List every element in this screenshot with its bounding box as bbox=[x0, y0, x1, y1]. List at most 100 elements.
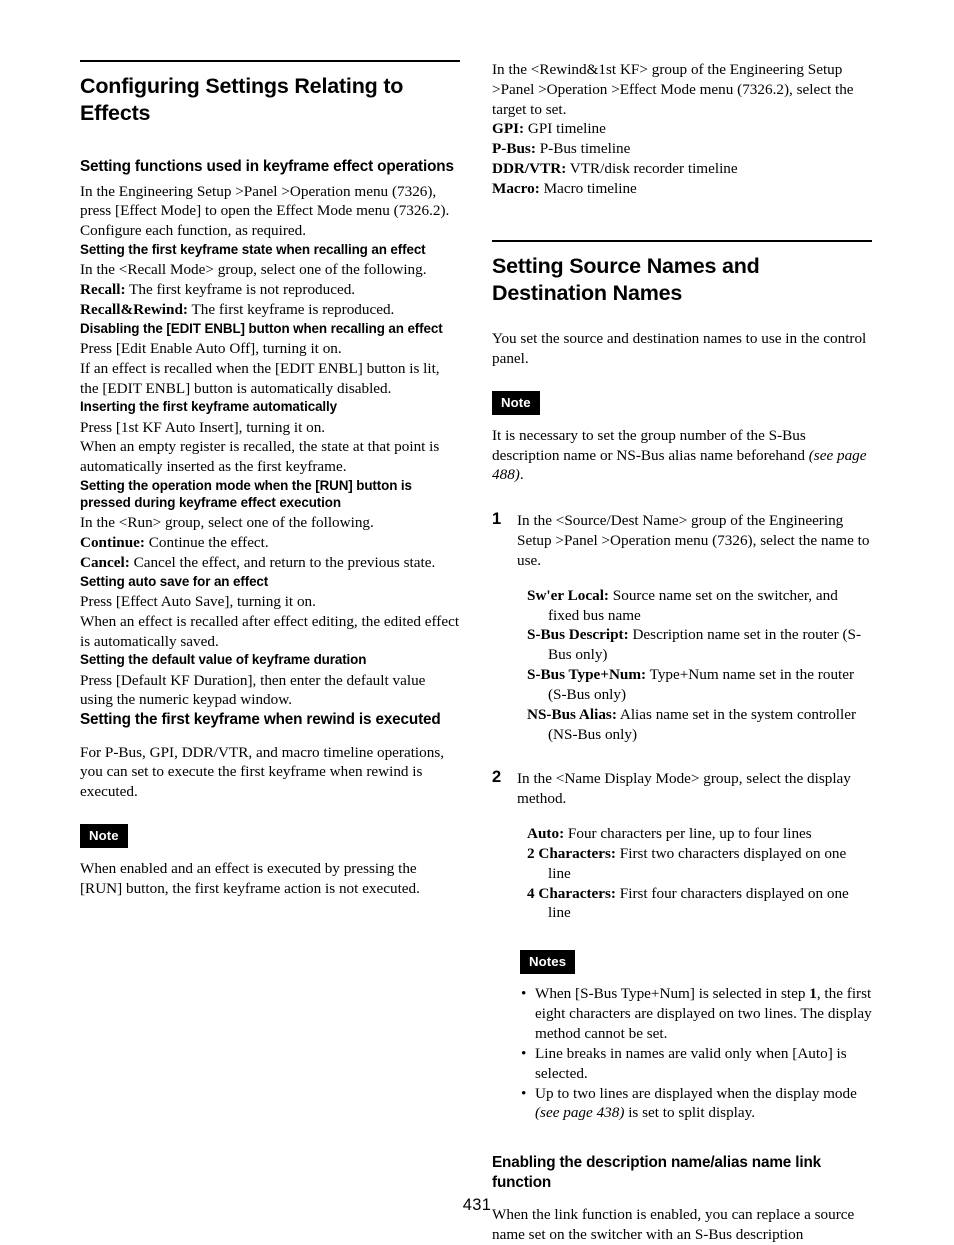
definition-term: 2 Characters: bbox=[527, 844, 616, 862]
definition-nsbus-alias: NS-Bus Alias: Alias name set in the syst… bbox=[527, 705, 872, 745]
definition-sbus-type-num: S-Bus Type+Num: Type+Num name set in the… bbox=[527, 665, 872, 705]
list-item: • Line breaks in names are valid only whe… bbox=[520, 1044, 872, 1084]
left-column: Configuring Settings Relating to Effects… bbox=[80, 60, 460, 899]
note-text-pre: Line breaks in names are valid only when… bbox=[535, 1044, 847, 1082]
paragraph-run-group: In the <Run> group, select one of the fo… bbox=[80, 514, 374, 532]
definition-auto: Auto: Four characters per line, up to fo… bbox=[527, 824, 872, 844]
definition-term: GPI: bbox=[492, 120, 525, 138]
step-2: 2 In the <Name Display Mode> group, sele… bbox=[492, 768, 872, 923]
note-block-rewind: Note bbox=[80, 824, 460, 849]
paragraph-press-edit-enable-auto-off: Press [Edit Enable Auto Off], turning it… bbox=[80, 339, 342, 357]
definition-swer-local: Sw'er Local: Source name set on the swit… bbox=[527, 586, 872, 626]
notes-list: • When [S-Bus Type+Num] is selected in st… bbox=[520, 984, 872, 1123]
step-2-definitions: Auto: Four characters per line, up to fo… bbox=[517, 824, 872, 923]
definition-desc: P-Bus timeline bbox=[535, 140, 631, 158]
note-text-pre: Up to two lines are displayed when the d… bbox=[535, 1084, 857, 1102]
list-item: • When [S-Bus Type+Num] is selected in st… bbox=[520, 984, 872, 1043]
step-number: 2 bbox=[492, 768, 502, 787]
definition-term: DDR/VTR: bbox=[492, 160, 567, 178]
heading-first-keyframe-state: Setting the first keyframe state when re… bbox=[80, 242, 426, 258]
paragraph-source-dest-intro: You set the source and destination names… bbox=[492, 329, 867, 367]
paragraph-rewind-1st-kf-group: In the <Rewind&1st KF> group of the Engi… bbox=[492, 61, 854, 118]
definition-term: Auto: bbox=[527, 825, 565, 843]
definition-2-characters: 2 Characters: First two characters displ… bbox=[527, 844, 872, 884]
definition-desc: Macro timeline bbox=[539, 179, 637, 197]
notes-badge-wrap: Notes bbox=[520, 950, 872, 975]
definition-desc: The first keyframe is not reproduced. bbox=[125, 281, 356, 299]
definition-recall-rewind: Recall&Rewind: The first keyframe is rep… bbox=[80, 300, 460, 320]
step-1-definitions: Sw'er Local: Source name set on the swit… bbox=[517, 586, 872, 745]
definition-term: 4 Characters: bbox=[527, 884, 616, 902]
definition-term: S-Bus Descript: bbox=[527, 626, 629, 644]
bullet-icon: • bbox=[521, 1044, 527, 1062]
page-title: Configuring Settings Relating to Effects bbox=[80, 74, 404, 126]
notes-block: Notes • When [S-Bus Type+Num] is selected… bbox=[492, 950, 872, 1123]
definition-cancel: Cancel: Cancel the effect, and return to… bbox=[80, 553, 460, 573]
paragraph-recall-mode-group: In the <Recall Mode> group, select one o… bbox=[80, 261, 427, 279]
paragraph-empty-register-recalled: When an empty register is recalled, the … bbox=[80, 438, 440, 476]
step-1: 1 In the <Source/Dest Name> group of the… bbox=[492, 510, 872, 745]
paragraph-note-group-number: It is necessary to set the group number … bbox=[492, 426, 872, 485]
paragraph-configure-each-function: Configure each function, as required. bbox=[80, 222, 307, 240]
definition-desc: Continue the effect. bbox=[144, 534, 269, 552]
definition-term: Cancel: bbox=[80, 553, 130, 571]
paragraph-press-1st-kf-auto-insert: Press [1st KF Auto Insert], turning it o… bbox=[80, 418, 326, 436]
definition-desc: Cancel the effect, and return to the pre… bbox=[129, 553, 436, 571]
heading-auto-save-effect: Setting auto save for an effect bbox=[80, 573, 269, 589]
definition-term: Recall&Rewind: bbox=[80, 300, 188, 318]
definition-desc: Four characters per line, up to four lin… bbox=[564, 825, 812, 843]
definition-gpi: GPI: GPI timeline bbox=[492, 119, 872, 139]
definition-term: S-Bus Type+Num: bbox=[527, 666, 647, 684]
definition-continue: Continue: Continue the effect. bbox=[80, 533, 460, 553]
definition-term: P-Bus: bbox=[492, 140, 536, 158]
note-text-pre: It is necessary to set the group number … bbox=[492, 426, 809, 464]
page-number: 431 bbox=[462, 1196, 492, 1214]
definition-term: Sw'er Local: bbox=[527, 586, 609, 604]
heading-operation-mode-run-button: Setting the operation mode when the [RUN… bbox=[80, 477, 412, 511]
definition-desc: GPI timeline bbox=[524, 120, 606, 138]
section-rule-right bbox=[492, 239, 872, 242]
definition-desc: The first keyframe is reproduced. bbox=[187, 300, 395, 318]
section-rule-left bbox=[80, 60, 460, 62]
heading-inserting-first-keyframe: Inserting the first keyframe automatical… bbox=[80, 399, 338, 415]
heading-disabling-edit-enbl: Disabling the [EDIT ENBL] button when re… bbox=[80, 320, 443, 336]
document-page: Configuring Settings Relating to Effects… bbox=[0, 0, 954, 1244]
note-text-tail: is set to split display. bbox=[624, 1104, 756, 1122]
paragraph-default-kf-duration: Press [Default KF Duration], then enter … bbox=[80, 671, 426, 709]
bullet-icon: • bbox=[521, 1084, 527, 1102]
heading-setting-functions-keyframe: Setting functions used in keyframe effec… bbox=[80, 158, 454, 176]
paragraph-pbus-gpi-ddr-vtr: For P-Bus, GPI, DDR/VTR, and macro timel… bbox=[80, 743, 445, 801]
list-item: • Up to two lines are displayed when the … bbox=[520, 1084, 872, 1124]
note-badge: Note bbox=[80, 824, 128, 849]
right-column: In the <Rewind&1st KF> group of the Engi… bbox=[492, 60, 872, 1245]
paragraph-press-effect-auto-save: Press [Effect Auto Save], turning it on. bbox=[80, 592, 316, 610]
definition-term: NS-Bus Alias: bbox=[527, 705, 617, 723]
paragraph-edited-effect-saved: When an effect is recalled after effect … bbox=[80, 612, 460, 650]
paragraph-engineering-setup-menu: In the Engineering Setup >Panel >Operati… bbox=[80, 182, 450, 220]
heading-enabling-link-function: Enabling the description name/alias name… bbox=[492, 1154, 822, 1191]
definition-pbus: P-Bus: P-Bus timeline bbox=[492, 139, 872, 159]
definition-sbus-descript: S-Bus Descript: Description name set in … bbox=[527, 625, 872, 665]
definition-desc: VTR/disk recorder timeline bbox=[566, 160, 738, 178]
step-instruction: In the <Name Display Mode> group, select… bbox=[517, 770, 851, 808]
heading-first-keyframe-rewind: Setting the first keyframe when rewind i… bbox=[80, 711, 441, 729]
notes-badge: Notes bbox=[520, 950, 576, 975]
paragraph-note-run-button: When enabled and an effect is executed b… bbox=[80, 860, 420, 898]
section-title-source-dest-names: Setting Source Names and Destination Nam… bbox=[492, 253, 760, 305]
note-text-post: . bbox=[519, 466, 524, 484]
step-number: 1 bbox=[492, 510, 502, 529]
definition-ddr-vtr: DDR/VTR: VTR/disk recorder timeline bbox=[492, 159, 872, 179]
bullet-icon: • bbox=[521, 985, 527, 1003]
definition-term: Continue: bbox=[80, 534, 145, 552]
definition-term: Macro: bbox=[492, 179, 540, 197]
definition-term: Recall: bbox=[80, 281, 126, 299]
note-text-pre: When [S-Bus Type+Num] is selected in ste… bbox=[535, 985, 810, 1003]
definition-recall: Recall: The first keyframe is not reprod… bbox=[80, 280, 460, 300]
note-step-ref: 1 bbox=[809, 985, 817, 1003]
definition-4-characters: 4 Characters: First four characters disp… bbox=[527, 884, 872, 924]
step-instruction: In the <Source/Dest Name> group of the E… bbox=[517, 512, 870, 569]
definition-macro: Macro: Macro timeline bbox=[492, 179, 872, 199]
note-badge: Note bbox=[492, 390, 540, 415]
heading-default-keyframe-duration: Setting the default value of keyframe du… bbox=[80, 652, 367, 668]
